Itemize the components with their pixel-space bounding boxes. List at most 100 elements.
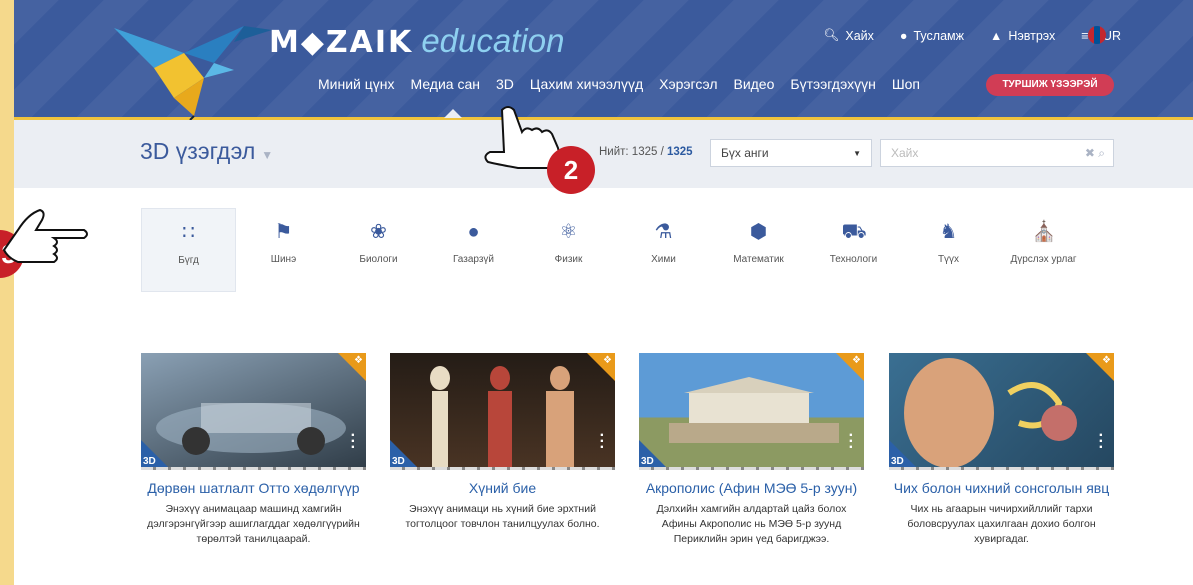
category-tabs: ∷ Бүгд ⚑ Шинэ ❀ Биологи ● Газарзүй ⚛ Физик ⚗ Х…: [141, 208, 1091, 292]
nav-item-3d[interactable]: 3D: [488, 76, 522, 92]
media-card[interactable]: ❖ 3D · · · Акрополис (Афин МЭӨ 5-р зуун) Д…: [639, 353, 864, 547]
flag-icon: ⚑: [274, 221, 293, 243]
media-card[interactable]: ❖ 3D · · · Чих болон чихний сонсголын явц …: [889, 353, 1114, 547]
top-link-label: Тусламж: [913, 28, 964, 43]
logo-education-text: education: [421, 22, 565, 59]
pointing-hand-icon: [2, 208, 88, 263]
nav-item-my-bag[interactable]: Миний цүнх: [310, 76, 403, 92]
category-label: Газарзүй: [452, 254, 495, 265]
category-tab-history[interactable]: ♞ Түүх: [901, 208, 996, 292]
brand-logo[interactable]: M◆ZAIK education: [269, 22, 564, 62]
category-tab-new[interactable]: ⚑ Шинэ: [236, 208, 331, 292]
human-body-image: [430, 366, 574, 470]
category-tab-arts[interactable]: ⛪ Дүрслэх урлаг: [996, 208, 1091, 292]
dice-icon: ⬢: [749, 221, 768, 243]
top-link-login[interactable]: ▲ Нэвтрэх: [990, 28, 1055, 43]
gift-icon: ❖: [1102, 355, 1111, 366]
globe-icon: ●: [467, 221, 480, 243]
grade-select[interactable]: Бүх анги ▼: [710, 139, 872, 167]
top-links: 🔍︎ Хайх ● Тусламж ▲ Нэвтрэх ≡ EUR: [824, 28, 1121, 43]
chevron-down-icon: ▼: [261, 148, 274, 162]
close-icon[interactable]: ✖: [1085, 146, 1095, 160]
category-label: Физик: [554, 254, 583, 265]
card-thumbnail[interactable]: ❖ 3D · · ·: [390, 353, 615, 470]
nav-item-products[interactable]: Бүтээгдэхүүн: [782, 76, 883, 92]
helmet-icon: ♞: [939, 221, 958, 243]
3d-badge-label: 3D: [392, 456, 405, 467]
category-tab-technology[interactable]: ⛟ Технологи: [806, 208, 901, 292]
language-flag-icon[interactable]: [1088, 26, 1106, 44]
category-tab-all[interactable]: ∷ Бүгд: [141, 208, 236, 292]
media-card[interactable]: ❖ 3D · · · Дөрвөн шатлалт Отто хөдөлгүүр Э…: [141, 353, 366, 547]
gift-icon: ❖: [354, 355, 363, 366]
nav-item-tools[interactable]: Хэрэгсэл: [651, 76, 725, 92]
help-icon: ●: [899, 28, 908, 43]
category-label: Хими: [651, 254, 676, 265]
category-label: Түүх: [937, 254, 960, 265]
category-tab-math[interactable]: ⬢ Математик: [711, 208, 806, 292]
top-link-help[interactable]: ● Тусламж: [900, 28, 964, 43]
card-title[interactable]: Дөрвөн шатлалт Отто хөдөлгүүр: [141, 480, 366, 496]
category-label: Биологи: [359, 254, 398, 265]
card-description: Дэлхийн хамгийн алдартай цайз болох Афин…: [656, 503, 847, 545]
step-marker-2: 2: [547, 146, 595, 194]
card-thumbnail[interactable]: ❖ 3D · · ·: [141, 353, 366, 470]
category-tab-biology[interactable]: ❀ Биологи: [331, 208, 426, 292]
car-icon: ⛟: [841, 221, 867, 243]
gift-icon: ❖: [852, 355, 861, 366]
progress-strip: [390, 467, 615, 470]
more-options-icon[interactable]: · · ·: [600, 428, 605, 456]
more-options-icon[interactable]: · · ·: [351, 428, 356, 456]
top-link-label: Хайх: [845, 28, 874, 43]
card-title[interactable]: Акрополис (Афин МЭӨ 5-р зуун): [639, 480, 864, 496]
top-link-label: Нэвтрэх: [1008, 28, 1056, 43]
ear-anatomy-image: [904, 358, 1077, 468]
gift-icon: ❖: [603, 355, 612, 366]
nav-item-video[interactable]: Видео: [725, 76, 782, 92]
category-tab-chemistry[interactable]: ⚗ Хими: [616, 208, 711, 292]
user-icon: ▲: [989, 28, 1003, 43]
3d-badge-label: 3D: [641, 456, 654, 467]
category-tab-geography[interactable]: ● Газарзүй: [426, 208, 521, 292]
app-frame: M◆ZAIK education 🔍︎ Хайх ● Тусламж ▲ Нэвтрэ…: [14, 0, 1193, 585]
flask-icon: ⚗: [654, 221, 673, 243]
nav-item-shop[interactable]: Шоп: [884, 76, 928, 92]
try-button[interactable]: ТУРШИЖ ҮЗЭЭРЭЙ: [986, 74, 1114, 96]
page-title-text: 3D үзэгдэл: [140, 138, 256, 164]
category-label: Бүгд: [178, 255, 199, 266]
grade-select-value: Бүх анги: [721, 146, 769, 160]
nav-item-elearning[interactable]: Цахим хичээлүүд: [522, 76, 651, 92]
search-placeholder: Хайх: [891, 146, 919, 160]
progress-strip: [889, 467, 1114, 470]
count-value: 1325: [666, 146, 693, 158]
result-count: Нийт: 1325 / 1325: [599, 146, 693, 158]
card-description: Чих нь агаарын чичирхийллийг тархи болов…: [907, 503, 1096, 545]
logo-mozaik-text: M◆ZAIK: [269, 25, 414, 60]
more-options-icon[interactable]: · · ·: [1099, 428, 1104, 456]
progress-strip: [141, 467, 366, 470]
card-title[interactable]: Хүний бие: [390, 480, 615, 496]
chevron-down-icon: ▼: [853, 149, 861, 158]
search-icon[interactable]: ⌕: [1098, 146, 1105, 160]
media-card[interactable]: ❖ 3D · · · Хүний бие Энэхүү анимаци нь хүн…: [390, 353, 615, 532]
butterfly-icon: ❀: [370, 221, 387, 243]
card-thumbnail[interactable]: ❖ 3D · · ·: [889, 353, 1114, 470]
nav-item-media[interactable]: Медиа сан: [403, 76, 488, 92]
search-input[interactable]: Хайх ✖ ⌕: [880, 139, 1114, 167]
card-thumbnail[interactable]: ❖ 3D · · ·: [639, 353, 864, 470]
page-title[interactable]: 3D үзэгдэл ▼: [140, 138, 273, 165]
top-link-search[interactable]: 🔍︎ Хайх: [824, 28, 874, 43]
category-label: Шинэ: [270, 254, 297, 265]
category-label: Математик: [733, 254, 784, 265]
count-label: Нийт: 1325 /: [599, 146, 667, 158]
acropolis-image: [669, 377, 839, 443]
category-tab-physics[interactable]: ⚛ Физик: [521, 208, 616, 292]
kingfisher-logo-icon: [114, 26, 272, 120]
card-description: Энэхүү анимаци нь хүний бие эрхтний тогт…: [405, 503, 600, 530]
3d-badge-label: 3D: [891, 456, 904, 467]
3d-badge-label: 3D: [143, 456, 156, 467]
more-options-icon[interactable]: · · ·: [849, 428, 854, 456]
search-clear-icons: ✖ ⌕: [1085, 146, 1105, 161]
search-icon: 🔍︎: [823, 28, 840, 42]
card-title[interactable]: Чих болон чихний сонсголын явц: [889, 480, 1114, 496]
